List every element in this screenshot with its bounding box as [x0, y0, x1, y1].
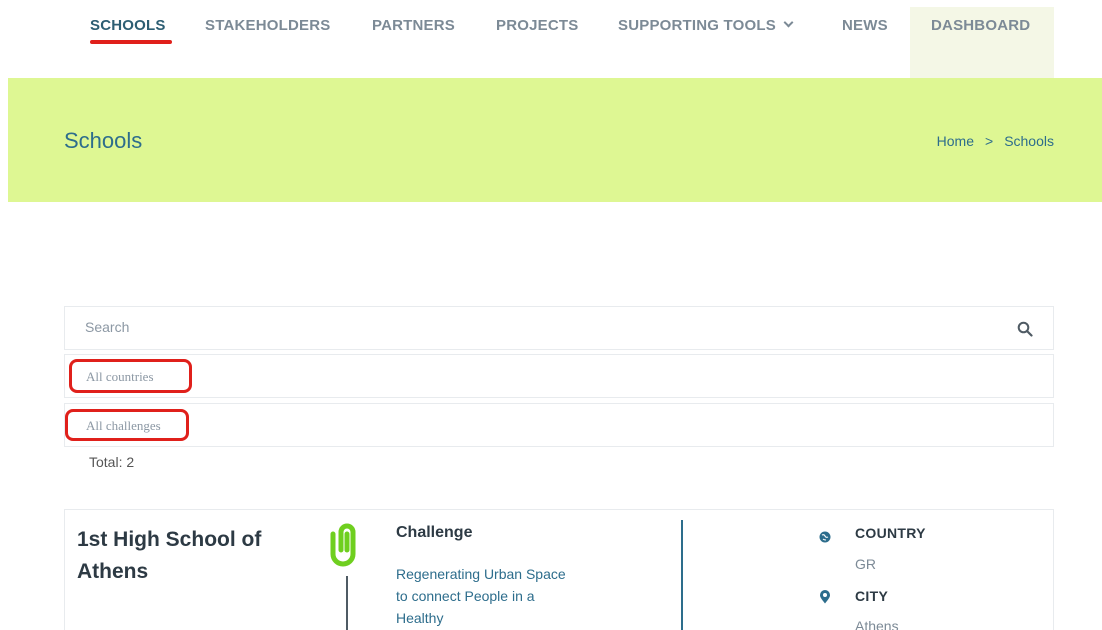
challenge-link[interactable]: Regenerating Urban Space to connect Peop…	[396, 563, 566, 629]
divider-line	[346, 576, 348, 630]
nav-item-dashboard[interactable]: DASHBOARD	[931, 17, 1030, 34]
search-input[interactable]	[85, 319, 985, 335]
paperclip-icon	[330, 523, 356, 567]
country-select[interactable]: All countries	[64, 354, 1054, 398]
challenge-select-value: All challenges	[86, 418, 161, 433]
nav-item-partners[interactable]: PARTNERS	[372, 17, 455, 34]
page-header-banner: Schools Home > Schools	[8, 78, 1102, 202]
challenge-select[interactable]: All challenges	[64, 403, 1054, 447]
country-label: COUNTRY	[855, 525, 926, 541]
city-label: CITY	[855, 588, 889, 604]
globe-icon	[819, 531, 831, 543]
search-bar	[64, 306, 1054, 350]
nav-item-schools[interactable]: SCHOOLS	[90, 17, 166, 34]
nav-item-supporting-tools-label: SUPPORTING TOOLS	[618, 17, 776, 34]
chevron-down-icon	[783, 17, 794, 28]
results-total: Total: 2	[89, 454, 135, 470]
nav-item-news[interactable]: NEWS	[842, 17, 888, 34]
page-title: Schools	[64, 128, 143, 153]
divider-line	[681, 520, 683, 630]
breadcrumb-current: Schools	[1004, 133, 1054, 149]
top-navigation: SCHOOLS STAKEHOLDERS PARTNERS PROJECTS S…	[0, 0, 1102, 78]
breadcrumb-separator: >	[985, 133, 994, 149]
search-icon[interactable]	[1017, 321, 1033, 337]
nav-item-supporting-tools[interactable]: SUPPORTING TOOLS	[618, 17, 794, 34]
nav-item-projects[interactable]: PROJECTS	[496, 17, 578, 34]
breadcrumb: Home > Schools	[937, 133, 1054, 149]
breadcrumb-home-link[interactable]: Home	[937, 133, 974, 149]
nav-item-stakeholders[interactable]: STAKEHOLDERS	[205, 17, 330, 34]
country-value: GR	[855, 556, 876, 572]
school-name[interactable]: 1st High School of Athens	[77, 524, 317, 588]
school-card[interactable]: 1st High School of Athens Challenge Rege…	[64, 509, 1054, 630]
location-pin-icon	[820, 590, 830, 604]
challenge-heading: Challenge	[396, 524, 473, 541]
active-nav-underline	[90, 40, 172, 44]
country-select-value: All countries	[86, 369, 154, 384]
city-value: Athens	[855, 618, 899, 630]
